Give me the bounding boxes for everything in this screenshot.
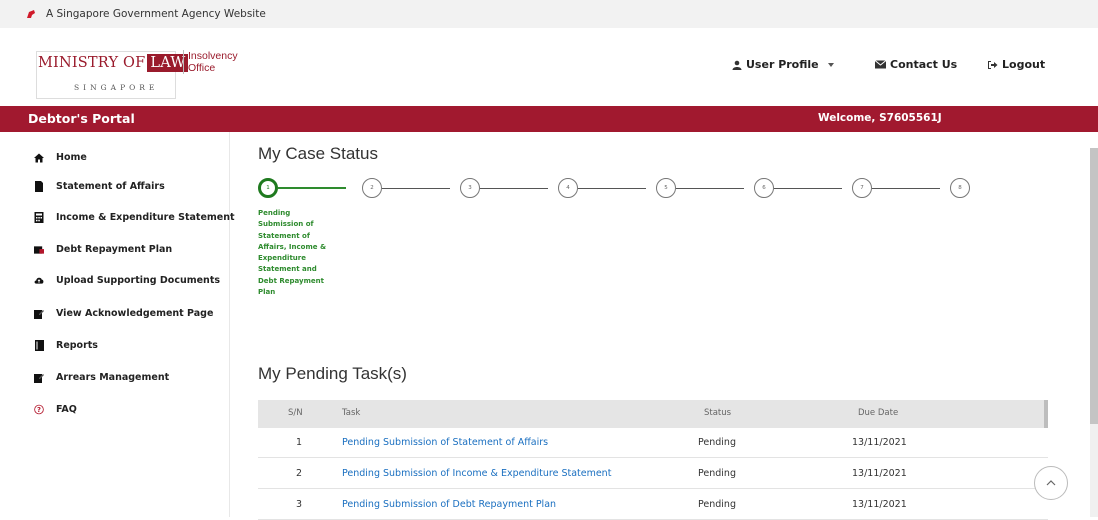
envelope-icon bbox=[875, 60, 886, 69]
sidebar-item-faq[interactable]: ? FAQ bbox=[34, 404, 77, 415]
cloud-upload-icon bbox=[34, 276, 44, 286]
table-row: 1 Pending Submission of Statement of Aff… bbox=[258, 428, 1048, 458]
book-icon bbox=[34, 340, 44, 351]
portal-bar: Debtor's Portal Welcome, S7605561J bbox=[0, 106, 1098, 132]
column-header-status: Status bbox=[704, 408, 732, 418]
column-header-sn: S/N bbox=[288, 408, 303, 418]
insolvency-office-label: Insolvency Office bbox=[183, 50, 238, 74]
row-sn: 2 bbox=[296, 468, 303, 479]
contact-us-label: Contact Us bbox=[890, 58, 958, 71]
site-header: MINISTRY OF LAW SINGAPORE Insolvency Offi… bbox=[0, 28, 1098, 106]
row-due-date: 13/11/2021 bbox=[852, 499, 907, 510]
folder-icon bbox=[34, 181, 44, 192]
page-scrollbar-thumb[interactable] bbox=[1090, 148, 1098, 424]
case-status-stepper: 1 2 3 4 5 6 7 8 bbox=[258, 178, 998, 198]
user-profile-menu[interactable]: User Profile bbox=[732, 58, 841, 71]
step-5: 5 bbox=[656, 178, 676, 198]
page-scrollbar-track[interactable] bbox=[1090, 424, 1098, 517]
caret-down-icon bbox=[827, 62, 834, 67]
column-header-task: Task bbox=[342, 408, 361, 418]
sign-out-icon bbox=[988, 60, 998, 69]
home-icon bbox=[34, 153, 44, 163]
step-6: 6 bbox=[754, 178, 774, 198]
ministry-logo[interactable]: MINISTRY OF LAW SINGAPORE bbox=[36, 51, 189, 99]
table-row: 2 Pending Submission of Income & Expendi… bbox=[258, 459, 1048, 489]
card-icon bbox=[34, 245, 44, 255]
logout-link[interactable]: Logout bbox=[987, 58, 1045, 71]
edit-icon bbox=[34, 309, 44, 319]
sidebar-item-acknowledgement[interactable]: View Acknowledgement Page bbox=[34, 308, 213, 319]
row-sn: 1 bbox=[296, 437, 303, 448]
step-3: 3 bbox=[460, 178, 480, 198]
sidebar-item-income-expenditure[interactable]: Income & Expenditure Statement bbox=[34, 212, 235, 223]
row-status: Pending bbox=[698, 468, 736, 479]
sidebar: Home Statement of Affairs Income & Expen… bbox=[0, 132, 235, 517]
current-step-label: Pending Submission of Statement of Affai… bbox=[258, 209, 327, 297]
logout-label: Logout bbox=[1002, 58, 1046, 71]
svg-text:?: ? bbox=[37, 406, 41, 414]
column-header-due-date: Due Date bbox=[858, 408, 899, 418]
table-header: S/N Task Status Due Date bbox=[258, 400, 1048, 428]
lion-head-icon bbox=[27, 10, 35, 18]
question-icon: ? bbox=[34, 404, 44, 415]
calculator-icon bbox=[34, 212, 44, 223]
sidebar-item-upload-documents[interactable]: Upload Supporting Documents bbox=[34, 275, 220, 286]
step-1: 1 bbox=[258, 178, 278, 198]
row-due-date: 13/11/2021 bbox=[852, 468, 907, 479]
table-row: 3 Pending Submission of Debt Repayment P… bbox=[258, 490, 1048, 520]
pending-tasks-heading: My Pending Task(s) bbox=[258, 364, 407, 383]
sidebar-item-statement-of-affairs[interactable]: Statement of Affairs bbox=[34, 181, 165, 192]
chevron-up-icon bbox=[1046, 480, 1056, 486]
sidebar-item-reports[interactable]: Reports bbox=[34, 340, 98, 351]
back-to-top-button[interactable] bbox=[1034, 466, 1068, 500]
gov-banner-text: A Singapore Government Agency Website bbox=[46, 8, 266, 20]
contact-us-link[interactable]: Contact Us bbox=[875, 58, 957, 71]
welcome-message: Welcome, S7605561J bbox=[818, 112, 942, 124]
main-content: My Case Status 1 2 3 4 5 6 7 8 Pending S… bbox=[258, 132, 1088, 520]
case-status-heading: My Case Status bbox=[258, 144, 378, 163]
user-icon bbox=[732, 60, 742, 70]
logo-ministry: MINISTRY OF bbox=[38, 55, 146, 71]
user-profile-label: User Profile bbox=[746, 58, 819, 71]
step-2: 2 bbox=[362, 178, 382, 198]
row-sn: 3 bbox=[296, 499, 303, 510]
step-8: 8 bbox=[950, 178, 970, 198]
task-link[interactable]: Pending Submission of Debt Repayment Pla… bbox=[342, 499, 556, 510]
sidebar-item-debt-repayment-plan[interactable]: Debt Repayment Plan bbox=[34, 244, 172, 255]
portal-title: Debtor's Portal bbox=[28, 111, 135, 126]
gov-banner: A Singapore Government Agency Website bbox=[0, 0, 1098, 28]
edit-icon bbox=[34, 373, 44, 383]
sidebar-item-arrears[interactable]: Arrears Management bbox=[34, 372, 169, 383]
sidebar-item-home[interactable]: Home bbox=[34, 152, 87, 163]
row-due-date: 13/11/2021 bbox=[852, 437, 907, 448]
step-7: 7 bbox=[852, 178, 872, 198]
logo-country: SINGAPORE bbox=[74, 83, 159, 92]
task-link[interactable]: Pending Submission of Income & Expenditu… bbox=[342, 468, 611, 479]
task-link[interactable]: Pending Submission of Statement of Affai… bbox=[342, 437, 548, 448]
row-status: Pending bbox=[698, 437, 736, 448]
step-4: 4 bbox=[558, 178, 578, 198]
row-status: Pending bbox=[698, 499, 736, 510]
